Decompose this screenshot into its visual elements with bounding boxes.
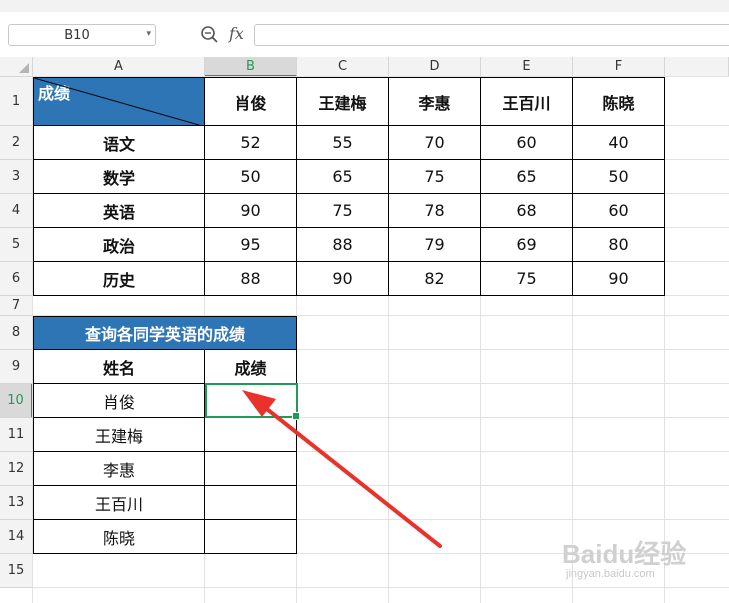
- baidu-watermark: Baidu经验 jingyan.baidu.com: [552, 528, 702, 588]
- watermark-text: Baidu经验: [562, 539, 687, 569]
- red-arrow-annotation: [242, 390, 442, 548]
- watermark-subtext: jingyan.baidu.com: [566, 568, 655, 580]
